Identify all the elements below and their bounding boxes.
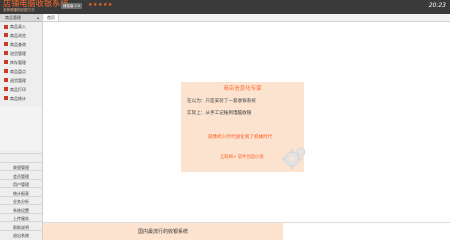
sidebar-item[interactable]: 商品打印 <box>2 86 40 95</box>
brand-subtitle: 多种便捷的收银方式 <box>3 8 35 12</box>
sidebar-section-button[interactable]: 会员管理 <box>0 163 42 179</box>
main-content: 首页 商店信息化专家 在以为：只是安装了一套收银系统 实际上：从手工记账到电脑收… <box>43 14 450 240</box>
promo-title: 商店信息化专家 <box>223 86 262 92</box>
red-square-icon <box>4 69 8 74</box>
sidebar-item[interactable]: 商品统计 <box>2 95 40 104</box>
sidebar-item-label: 商品查询 <box>10 41 26 47</box>
sidebar-item-label: 退货管理 <box>10 77 26 83</box>
tab-home[interactable]: 首页 <box>44 14 59 21</box>
sidebar-item[interactable]: 商品查询 <box>2 41 40 50</box>
sidebar-item[interactable]: 商品盘点 <box>2 68 40 77</box>
promo-line-2-text: 从手工记账到电脑收银 <box>205 111 252 116</box>
sidebar-item[interactable]: 库存管理 <box>2 59 40 68</box>
sidebar-empty-area <box>0 107 42 151</box>
promo-line-2-lead: 实际上： <box>187 111 206 116</box>
sidebar-item-label: 商品统计 <box>10 95 26 101</box>
sidebar-section-button[interactable]: 统计报表 <box>0 180 42 196</box>
red-square-icon <box>4 78 8 83</box>
promo-line-1-text: 只是安装了一套收银系统 <box>205 99 256 104</box>
sidebar-item[interactable]: 商品录入 <box>2 23 40 32</box>
header-clock: 20:23 <box>428 2 446 9</box>
sidebar-section-button[interactable]: 系统设置 <box>0 197 42 213</box>
sidebar-section-label: 商品管理 <box>5 15 21 20</box>
promo-line-2: 实际上：从手工记账到电脑收银 <box>187 110 251 117</box>
sidebar-section-label: 退出系统 <box>13 233 29 238</box>
red-square-icon <box>4 33 8 38</box>
version-badge: 绿色版 2.0 <box>61 3 83 9</box>
red-square-icon <box>4 96 8 101</box>
collapse-icon[interactable]: ▴ <box>37 15 39 20</box>
sidebar-section-button[interactable]: 退出系统 <box>0 222 42 238</box>
sidebar-section-button[interactable]: 上传服务 <box>0 205 42 221</box>
sidebar-section-header[interactable]: 商品管理 ▴ <box>0 14 42 22</box>
sidebar-section-button[interactable]: 业务分析 <box>0 188 42 204</box>
gears-icon <box>282 147 306 169</box>
sidebar-item[interactable]: 退货管理 <box>2 77 40 86</box>
red-square-icon <box>4 51 8 56</box>
status-text: 国内最流行的收银系统 <box>137 229 188 235</box>
sidebar-item[interactable]: 商品浏览 <box>2 32 40 41</box>
sidebar: 商品管理 ▴ 商品录入 商品浏览 商品查询 进货管理 库存管理 商品盘点 退货管… <box>0 14 43 240</box>
sidebar-item-label: 商品盘点 <box>10 68 26 74</box>
red-square-icon <box>4 60 8 65</box>
red-square-icon <box>4 24 8 29</box>
promo-emphasis: 就像跨入时代进化到了机械时代 <box>208 135 273 140</box>
sidebar-item-label: 库存管理 <box>10 59 26 65</box>
sidebar-section-button[interactable]: 帮助说明 <box>0 214 42 230</box>
sidebar-item[interactable]: 进货管理 <box>2 50 40 59</box>
sidebar-item-label: 进货管理 <box>10 50 26 56</box>
red-square-icon <box>4 42 8 47</box>
app-window: 店铺电脑收银系统 多种便捷的收银方式 绿色版 2.0 ★★★★★ 20:23 商… <box>0 0 450 240</box>
promo-footer: 互联网+ 软件创造价值 <box>220 155 264 160</box>
sidebar-section-button[interactable]: 用户管理 <box>0 171 42 187</box>
sidebar-top-menu: 商品录入 商品浏览 商品查询 进货管理 库存管理 商品盘点 退货管理 商品打印 … <box>2 23 40 104</box>
promo-line-1: 在以为：只是安装了一套收银系统 <box>187 98 256 105</box>
status-bar: 国内最流行的收银系统 <box>43 222 450 240</box>
sidebar-item-label: 商品录入 <box>10 24 26 29</box>
status-panel: 国内最流行的收银系统 <box>43 223 283 240</box>
promo-panel: 商店信息化专家 在以为：只是安装了一套收银系统 实际上：从手工记账到电脑收银 就… <box>181 82 306 172</box>
promo-line-1-lead: 在以为： <box>187 99 206 104</box>
sidebar-item-label: 商品打印 <box>10 86 26 92</box>
app-header: 店铺电脑收银系统 多种便捷的收银方式 绿色版 2.0 ★★★★★ 20:23 <box>0 0 450 14</box>
sidebar-bottom-menu: 收银管理 会员管理 用户管理 统计报表 业务分析 系统设置 上传服务 帮助说明 … <box>0 153 42 238</box>
tab-strip: 首页 <box>43 14 450 22</box>
rating-stars: ★★★★★ <box>88 2 113 8</box>
red-square-icon <box>4 87 8 92</box>
sidebar-item-label: 商品浏览 <box>10 32 26 38</box>
sidebar-section-button[interactable]: 收银管理 <box>0 154 42 170</box>
